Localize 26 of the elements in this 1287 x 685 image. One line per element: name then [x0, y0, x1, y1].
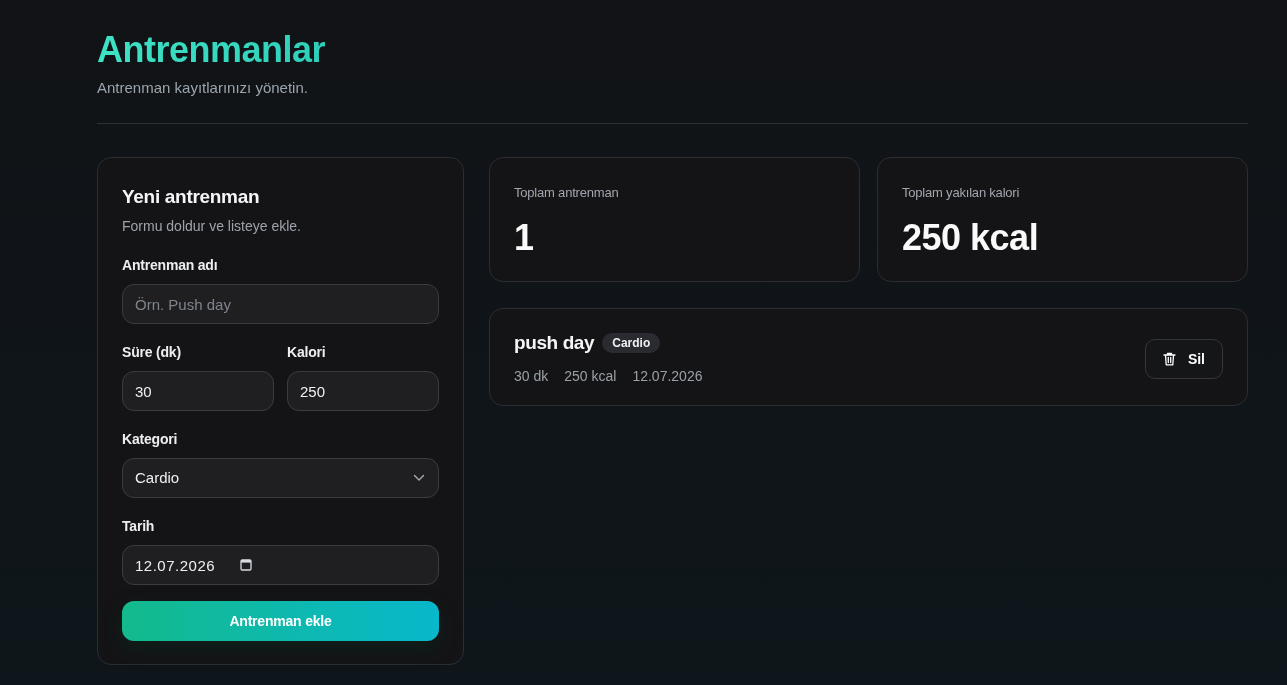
workout-name: push day — [514, 332, 595, 354]
stat-value: 1 — [514, 216, 534, 260]
workout-date: 12.07.2026 — [632, 367, 703, 386]
page-subtitle: Antrenman kayıtlarınızı yönetin. — [97, 78, 308, 98]
workout-calories: 250 kcal — [564, 367, 617, 386]
workout-duration: 30 dk — [514, 367, 549, 386]
category-select[interactable]: Cardio — [122, 458, 439, 498]
stat-label: Toplam yakılan kalori — [902, 184, 1020, 202]
field-label: Süre (dk) — [122, 343, 181, 362]
delete-button[interactable]: Sil — [1144, 339, 1223, 379]
date-field[interactable]: 12.07.2026 — [122, 545, 439, 585]
number-field[interactable]: 30 — [122, 371, 274, 411]
text-field[interactable]: Örn. Push day — [122, 284, 439, 324]
field-label: Antrenman adı — [122, 256, 218, 275]
calendar-icon — [240, 558, 252, 571]
field-label: Kategori — [122, 430, 178, 449]
chevron-down-icon — [413, 474, 425, 482]
trash-icon — [1162, 352, 1176, 366]
field-label: Tarih — [122, 517, 155, 536]
form-title: Yeni antrenman — [122, 185, 261, 209]
field-label: Kalori — [287, 343, 326, 362]
form-subtitle: Formu doldur ve listeye ekle. — [122, 217, 302, 236]
stat-value: 250 kcal — [902, 216, 1039, 260]
category-tag: Cardio — [602, 333, 661, 353]
number-field[interactable]: 250 — [287, 371, 439, 411]
stat-label: Toplam antrenman — [514, 184, 619, 202]
